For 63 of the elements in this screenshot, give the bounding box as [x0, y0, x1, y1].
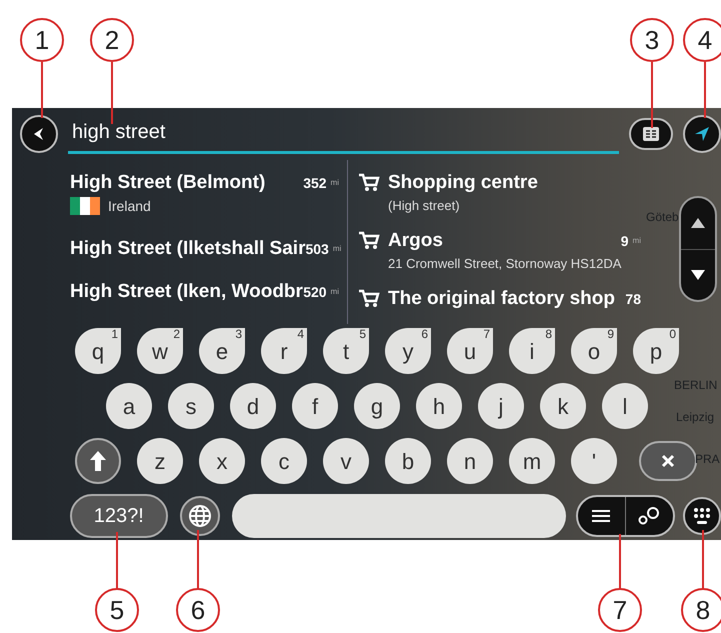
keyboard-key[interactable]: d [230, 383, 276, 429]
keyboard-key[interactable]: o 9 [571, 328, 617, 374]
result-name: Argos [388, 229, 443, 253]
keyboard-key[interactable]: k [540, 383, 586, 429]
keyboard-key[interactable]: c [261, 438, 307, 484]
search-result[interactable]: Shopping centre (High street) [358, 170, 641, 228]
keyboard-key[interactable]: b [385, 438, 431, 484]
keyboard-key[interactable]: n [447, 438, 493, 484]
keyboard-key[interactable]: t 5 [323, 328, 369, 374]
symbols-key[interactable]: 123?! [70, 494, 168, 538]
result-detail: (High street) [388, 197, 461, 215]
keyboard-key[interactable]: r 4 [261, 328, 307, 374]
keyboard-key[interactable]: l [602, 383, 648, 429]
result-name: High Street (Iken, Woodbr [70, 280, 303, 304]
result-name: High Street (Belmont) [70, 171, 266, 195]
keyboard-key[interactable]: v [323, 438, 369, 484]
distance-unit: mi [632, 235, 641, 247]
keyboard-key[interactable]: m [509, 438, 555, 484]
result-detail: 21 Cromwell Street, Stornoway HS12DA [388, 255, 622, 273]
search-field[interactable]: high street [68, 114, 619, 154]
callout-number: 7 [598, 588, 642, 632]
distance-unit: mi [330, 286, 339, 298]
keyboard-key[interactable]: g [354, 383, 400, 429]
distance: 520 [303, 284, 327, 302]
search-result[interactable]: The original factory shop 78 [358, 286, 641, 314]
keyboard-key[interactable]: e 3 [199, 328, 245, 374]
distance: 78 [625, 290, 641, 309]
search-result[interactable]: High Street (Ilketshall Sair503 mi [70, 236, 347, 279]
callout-number: 6 [176, 588, 220, 632]
keyboard-key[interactable]: p 0 [633, 328, 679, 374]
keyboard-key[interactable]: s [168, 383, 214, 429]
callout-number: 8 [681, 588, 721, 632]
keyboard-key[interactable]: w 2 [137, 328, 183, 374]
result-name: The original factory shop [388, 287, 615, 311]
distance-unit: mi [332, 243, 342, 255]
search-result[interactable]: Argos 9 mi 21 Cromwell Street, Stornoway HS12DA [358, 228, 641, 286]
result-name: Shopping centre [388, 171, 538, 195]
callout-number: 5 [95, 588, 139, 632]
keyboard-key[interactable]: x [199, 438, 245, 484]
keyboard-key[interactable]: y 6 [385, 328, 431, 374]
country: Ireland [108, 197, 151, 216]
keyboard-key[interactable]: j [478, 383, 524, 429]
search-result[interactable]: High Street (Iken, Woodbr520 mi [70, 279, 347, 322]
callout-number: 2 [90, 18, 134, 62]
result-name: High Street (Ilketshall Sair [70, 237, 306, 261]
distance-unit: mi [330, 177, 339, 189]
distance: 503 [305, 241, 329, 259]
callout-number: 3 [630, 18, 674, 62]
map-label: Leipzig [676, 409, 714, 426]
keyboard-key[interactable]: i 8 [509, 328, 555, 374]
keyboard-key[interactable]: u 7 [447, 328, 493, 374]
keyboard-key[interactable]: f [292, 383, 338, 429]
keyboard-key[interactable]: h [416, 383, 462, 429]
callout-number: 4 [683, 18, 721, 62]
distance: 352 [303, 174, 327, 193]
search-result[interactable]: High Street (Belmont) 352 mi Ireland [70, 170, 347, 236]
keyboard-key[interactable]: ' [571, 438, 617, 484]
keyboard-key[interactable]: q 1 [75, 328, 121, 374]
callout-number: 1 [20, 18, 64, 62]
distance: 9 [620, 232, 629, 251]
map-label: BERLIN [674, 377, 718, 394]
keyboard-key[interactable]: a [106, 383, 152, 429]
keyboard-key[interactable]: z [137, 438, 183, 484]
